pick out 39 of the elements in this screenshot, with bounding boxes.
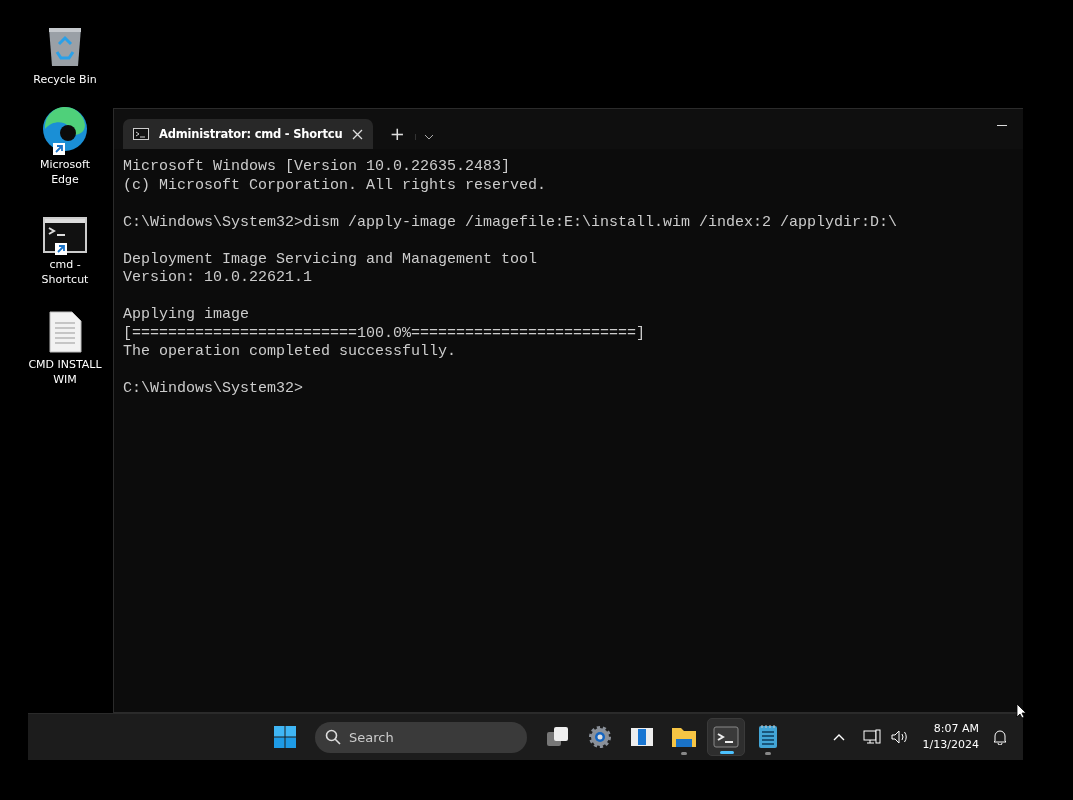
browser-icon bbox=[41, 105, 89, 153]
folder-icon bbox=[671, 725, 697, 749]
desktop-icon-label[interactable]: Microsoft Edge bbox=[27, 157, 103, 187]
bell-icon[interactable] bbox=[993, 729, 1007, 745]
desktop-icon-label[interactable]: cmd - Shortcut bbox=[27, 257, 103, 287]
document-icon bbox=[48, 311, 82, 353]
start-icon[interactable] bbox=[273, 725, 297, 749]
task-view-icon bbox=[546, 725, 570, 749]
taskbar-button[interactable] bbox=[707, 718, 745, 756]
console-line: (c) Microsoft Corporation. All rights reserved. bbox=[123, 176, 547, 195]
search-placeholder: Search bbox=[349, 729, 394, 745]
gear-icon bbox=[588, 725, 612, 749]
console-line: C:\Windows\System32> bbox=[123, 380, 304, 399]
search-field[interactable]: Search bbox=[315, 721, 527, 753]
desktop-icon-label[interactable]: CMD INSTALL WIM bbox=[27, 357, 103, 387]
console-icon bbox=[43, 217, 87, 253]
console-icon bbox=[133, 128, 149, 140]
network-icon[interactable] bbox=[862, 729, 881, 745]
terminal-icon bbox=[713, 726, 739, 748]
console-line: Version: 10.0.22621.1 bbox=[123, 269, 313, 288]
tab-title: Administrator: cmd - Shortcu bbox=[159, 127, 343, 141]
console-line: Deployment Image Servicing and Management tool bbox=[123, 250, 538, 269]
clock-time[interactable]: 8:07 AM bbox=[933, 721, 979, 737]
console-line: Applying image bbox=[123, 306, 250, 325]
chevron-up-icon[interactable] bbox=[832, 733, 845, 741]
console-line: The operation completed successfully. bbox=[123, 343, 457, 362]
search-icon bbox=[325, 729, 341, 745]
chevron-down-icon[interactable] bbox=[415, 134, 435, 140]
console-line: C:\Windows\System32>dism /apply-image /imagefile:E:\install.wim /index:2 /applydir:D:\ bbox=[123, 213, 898, 232]
desktop-icon-label[interactable]: Recycle Bin bbox=[27, 72, 103, 87]
volume-icon[interactable] bbox=[890, 730, 909, 744]
notepad-icon bbox=[758, 724, 778, 750]
console-line: [=========================100.0%=========================] bbox=[123, 324, 646, 343]
console-line: Microsoft Windows [Version 10.0.22635.2483] bbox=[123, 158, 511, 177]
close-icon[interactable] bbox=[352, 128, 364, 140]
new-tab-button[interactable]: + bbox=[385, 123, 410, 144]
terminal-tab[interactable]: Administrator: cmd - Shortcu bbox=[123, 119, 374, 149]
clock-date[interactable]: 1/13/2024 bbox=[922, 737, 979, 753]
window-panel-icon bbox=[630, 726, 654, 748]
